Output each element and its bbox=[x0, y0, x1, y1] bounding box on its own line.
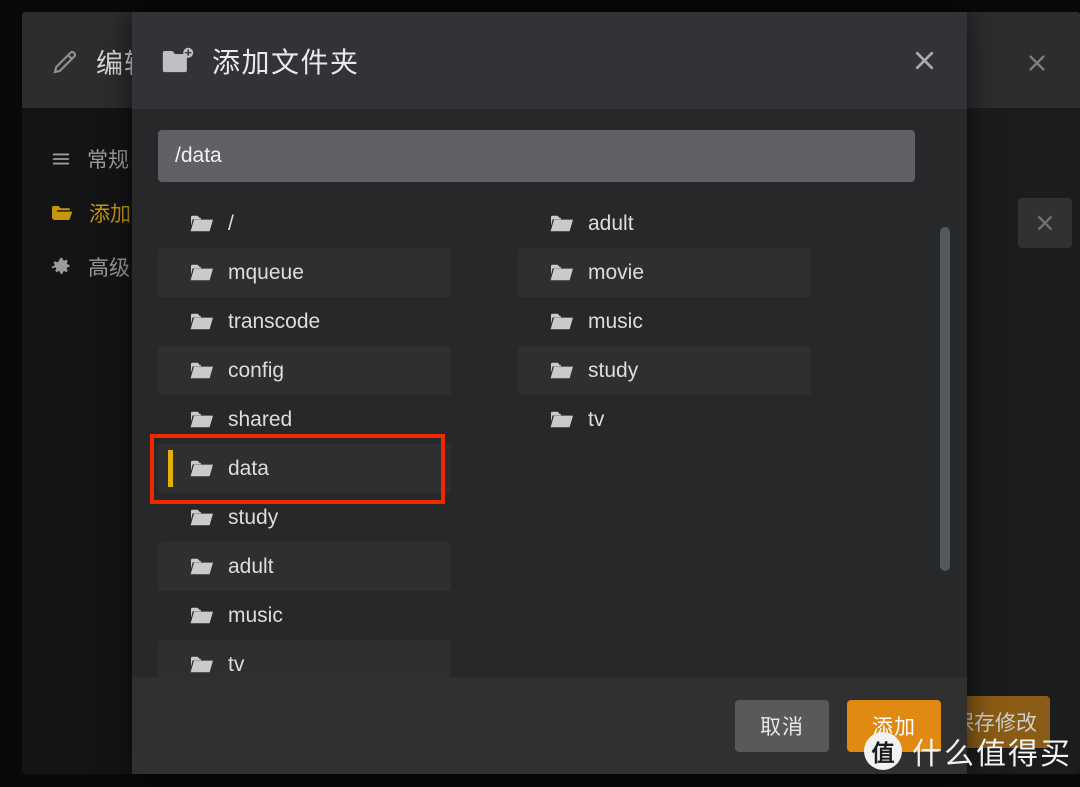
folder-list-item-label: data bbox=[228, 456, 269, 480]
folder-list-item[interactable]: tv bbox=[158, 640, 451, 677]
folder-column-right: adult movie music study tv bbox=[518, 199, 878, 677]
dialog-scrollbar-thumb[interactable] bbox=[940, 227, 950, 571]
folder-list-item[interactable]: shared bbox=[158, 395, 451, 444]
background-remove-row-button[interactable] bbox=[1018, 198, 1072, 248]
dialog-header: 添加文件夹 bbox=[132, 12, 967, 109]
folder-list-item[interactable]: movie bbox=[518, 248, 811, 297]
folder-icon bbox=[190, 214, 214, 234]
folder-list-item-label: / bbox=[228, 211, 234, 235]
folder-list-item-label: config bbox=[228, 358, 285, 382]
dialog-title-wrap: 添加文件夹 bbox=[161, 41, 360, 81]
dialog-body: /mqueuetranscodeconfigshareddatastudyadu… bbox=[132, 109, 967, 677]
folder-path-input[interactable] bbox=[158, 130, 915, 182]
watermark: 值 什么值得买 bbox=[864, 729, 1072, 773]
dialog-scrollbar-track[interactable] bbox=[940, 211, 950, 667]
folder-list-item-label: mqueue bbox=[228, 260, 304, 284]
sidebar-item-advanced-label: 高级 bbox=[88, 257, 130, 280]
folder-list-item-label: movie bbox=[588, 260, 645, 284]
pencil-icon bbox=[50, 47, 80, 77]
folder-list-item[interactable]: adult bbox=[158, 542, 451, 591]
folder-list-item-label: shared bbox=[228, 407, 293, 431]
folder-column-left: / mqueue transcode config shared data study adu… bbox=[158, 199, 518, 677]
folder-icon bbox=[190, 606, 214, 626]
folder-icon bbox=[190, 655, 214, 675]
watermark-logo: 值 bbox=[864, 732, 902, 770]
folder-list-item-label: adult bbox=[588, 211, 634, 235]
folder-list-item-label: tv bbox=[588, 407, 605, 431]
folder-icon bbox=[550, 214, 574, 234]
folder-list-item[interactable]: study bbox=[518, 346, 811, 395]
folder-icon bbox=[190, 459, 214, 479]
dialog-close-button[interactable] bbox=[901, 38, 947, 84]
folder-list-item[interactable]: / bbox=[158, 199, 451, 248]
folder-list-item[interactable]: mqueue bbox=[158, 248, 451, 297]
folder-icon bbox=[190, 263, 214, 283]
folder-icon bbox=[50, 201, 74, 225]
folder-icon bbox=[190, 508, 214, 528]
folder-list-item-label: study bbox=[228, 505, 279, 529]
folder-list-item-label: transcode bbox=[228, 309, 321, 333]
screen: 编辑 常规 高级 保存修改 添加文件夹 /data / mqueue trans… bbox=[0, 0, 1080, 787]
folder-list-item-label: adult bbox=[228, 554, 274, 578]
folder-icon bbox=[550, 361, 574, 381]
folder-icon bbox=[190, 312, 214, 332]
folder-icon bbox=[190, 557, 214, 577]
dialog-footer: 取消 添加 bbox=[132, 677, 967, 774]
folder-list-item[interactable]: adult bbox=[518, 199, 811, 248]
folder-list-item[interactable]: tv bbox=[518, 395, 811, 444]
list-icon bbox=[50, 148, 72, 170]
folder-list-item-label: study bbox=[588, 358, 639, 382]
folder-list-item-label: music bbox=[588, 309, 643, 333]
folder-list-item[interactable]: study bbox=[158, 493, 451, 542]
watermark-text: 什么值得买 bbox=[912, 738, 1072, 771]
folder-browser-columns: / mqueue transcode config shared data study adu… bbox=[132, 199, 967, 677]
folder-icon bbox=[190, 361, 214, 381]
background-window-close-button[interactable] bbox=[1016, 42, 1058, 84]
folder-list-item[interactable]: music bbox=[158, 591, 451, 640]
folder-list-item[interactable]: config bbox=[158, 346, 451, 395]
folder-plus-icon bbox=[161, 46, 195, 76]
folder-icon bbox=[550, 263, 574, 283]
add-folder-dialog: 添加文件夹 / mqueue transcode config shared data st… bbox=[132, 12, 967, 774]
dialog-title: 添加文件夹 bbox=[212, 46, 360, 78]
gear-icon bbox=[50, 256, 73, 279]
sidebar-item-general-label: 常规 bbox=[87, 149, 129, 172]
folder-list-item-label: music bbox=[228, 603, 283, 627]
cancel-button[interactable]: 取消 bbox=[735, 699, 829, 752]
folder-list-item[interactable]: transcode bbox=[158, 297, 451, 346]
folder-icon bbox=[550, 410, 574, 430]
folder-list-item[interactable]: music bbox=[518, 297, 811, 346]
folder-icon bbox=[550, 312, 574, 332]
folder-list-item-label: tv bbox=[228, 652, 245, 676]
folder-list-item[interactable]: data bbox=[158, 444, 451, 493]
folder-icon bbox=[190, 410, 214, 430]
